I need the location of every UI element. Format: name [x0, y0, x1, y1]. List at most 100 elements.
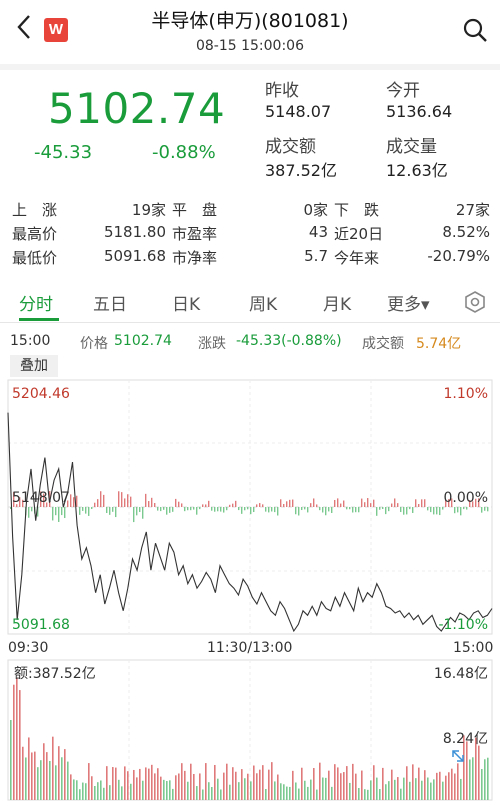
breadth-bar: [208, 500, 210, 507]
volume-bar: [448, 772, 450, 800]
tab-monthly-k[interactable]: 月K: [323, 290, 351, 315]
tab-active-indicator: [19, 318, 59, 321]
volume-mid-label: 8.24亿: [443, 731, 488, 747]
volume-bar: [202, 789, 204, 800]
breadth-bar: [340, 503, 342, 507]
volume-bar: [322, 777, 324, 800]
breadth-bar: [70, 494, 72, 507]
volume-bar: [403, 777, 405, 800]
volume-bar: [334, 764, 336, 800]
volume-bar: [31, 752, 33, 800]
stat-value: 27家: [455, 201, 490, 219]
breadth-bar: [205, 504, 207, 507]
price-change: -45.33: [34, 142, 93, 163]
volume-bar: [67, 761, 69, 800]
volume-bar: [289, 786, 291, 800]
breadth-bar: [187, 507, 189, 511]
tab-more[interactable]: 更多▾: [387, 290, 430, 315]
volume-bar: [229, 784, 231, 800]
breadth-bar: [427, 507, 429, 511]
volume-bar: [43, 743, 45, 800]
volume-bar: [472, 757, 474, 800]
volume-bar: [79, 789, 81, 800]
volume-bar: [115, 767, 117, 800]
volume-bar: [172, 788, 174, 800]
breadth-bar: [184, 507, 186, 512]
overlay-button[interactable]: 叠加: [10, 355, 58, 377]
volume-bar: [469, 759, 471, 800]
stat-label: 最高价: [12, 225, 58, 243]
breadth-bar: [370, 503, 372, 507]
breadth-bar: [214, 507, 216, 512]
breadth-bar: [217, 507, 219, 512]
volume-bar: [400, 788, 402, 800]
breadth-bar: [130, 496, 132, 507]
volume-bar: [220, 789, 222, 800]
prev-close-label: 昨收: [265, 81, 299, 101]
expand-icon[interactable]: [452, 750, 464, 762]
volume-bar: [424, 770, 426, 800]
volume-bar: [331, 786, 333, 800]
volume-bar: [193, 773, 195, 800]
volume-bar: [340, 773, 342, 800]
volume-bar: [475, 737, 477, 800]
breadth-bar: [361, 498, 363, 507]
volume-bar: [277, 774, 279, 800]
intraday-price-chart: 5204.46 5148.07 5091.68 1.10% 0.00% -1.1…: [7, 379, 493, 635]
volume-bar: [184, 770, 186, 800]
breadth-bar: [334, 499, 336, 507]
volume-bar: [88, 763, 90, 800]
volume-bar: [217, 778, 219, 800]
volume-bar: [127, 771, 129, 800]
breadth-bar: [115, 507, 117, 518]
breadth-bar: [259, 503, 261, 507]
breadth-bar: [325, 507, 327, 516]
chart-settings-button[interactable]: [462, 289, 488, 315]
breadth-bar: [265, 507, 267, 512]
breadth-bar: [295, 507, 297, 515]
volume-bar: [364, 789, 366, 800]
breadth-bar: [346, 507, 348, 510]
tab-daily-k[interactable]: 日K: [172, 290, 200, 315]
breadth-bar: [487, 507, 489, 512]
tab-five-day[interactable]: 五日: [93, 290, 127, 315]
volume-bar: [427, 777, 429, 800]
breadth-bar: [112, 507, 114, 512]
tab-weekly-k[interactable]: 周K: [249, 290, 277, 315]
volume-bar: [58, 746, 60, 800]
volume-chart: 额:387.52亿 16.48亿 8.24亿: [7, 659, 493, 801]
breadth-bar: [457, 507, 459, 513]
volume-bar: [430, 782, 432, 800]
search-button[interactable]: [462, 17, 488, 43]
volume-bar: [196, 786, 198, 800]
breadth-bar: [160, 507, 162, 512]
volume-bar: [376, 777, 378, 800]
volume-bar: [232, 767, 234, 800]
info-change-value: -45.33(-0.88%): [236, 333, 342, 349]
volume-bar: [82, 782, 84, 800]
breadth-bar: [271, 507, 273, 512]
pct-bottom-label: -1.10%: [438, 617, 488, 633]
volume-bar: [157, 768, 159, 800]
breadth-bar: [409, 507, 411, 510]
volume-bar: [310, 779, 312, 800]
volume-bar: [313, 768, 315, 800]
breadth-bar: [358, 507, 360, 513]
breadth-bar: [328, 507, 330, 512]
volume-bar: [109, 785, 111, 800]
breadth-bar: [355, 507, 357, 513]
breadth-bar: [133, 507, 135, 523]
volume-bar: [52, 736, 54, 800]
volume-bar: [433, 779, 435, 800]
breadth-bar: [223, 507, 225, 513]
breadth-bar: [106, 507, 108, 513]
volume-bar: [85, 783, 87, 800]
volume-bar: [367, 789, 369, 800]
volume-bar: [130, 783, 132, 800]
hexagon-settings-icon: [465, 291, 485, 313]
volume-bar: [418, 767, 420, 800]
breadth-bar: [400, 507, 402, 513]
volume-bar: [352, 763, 354, 800]
volume-bar: [175, 775, 177, 800]
tab-intraday[interactable]: 分时: [19, 290, 53, 315]
